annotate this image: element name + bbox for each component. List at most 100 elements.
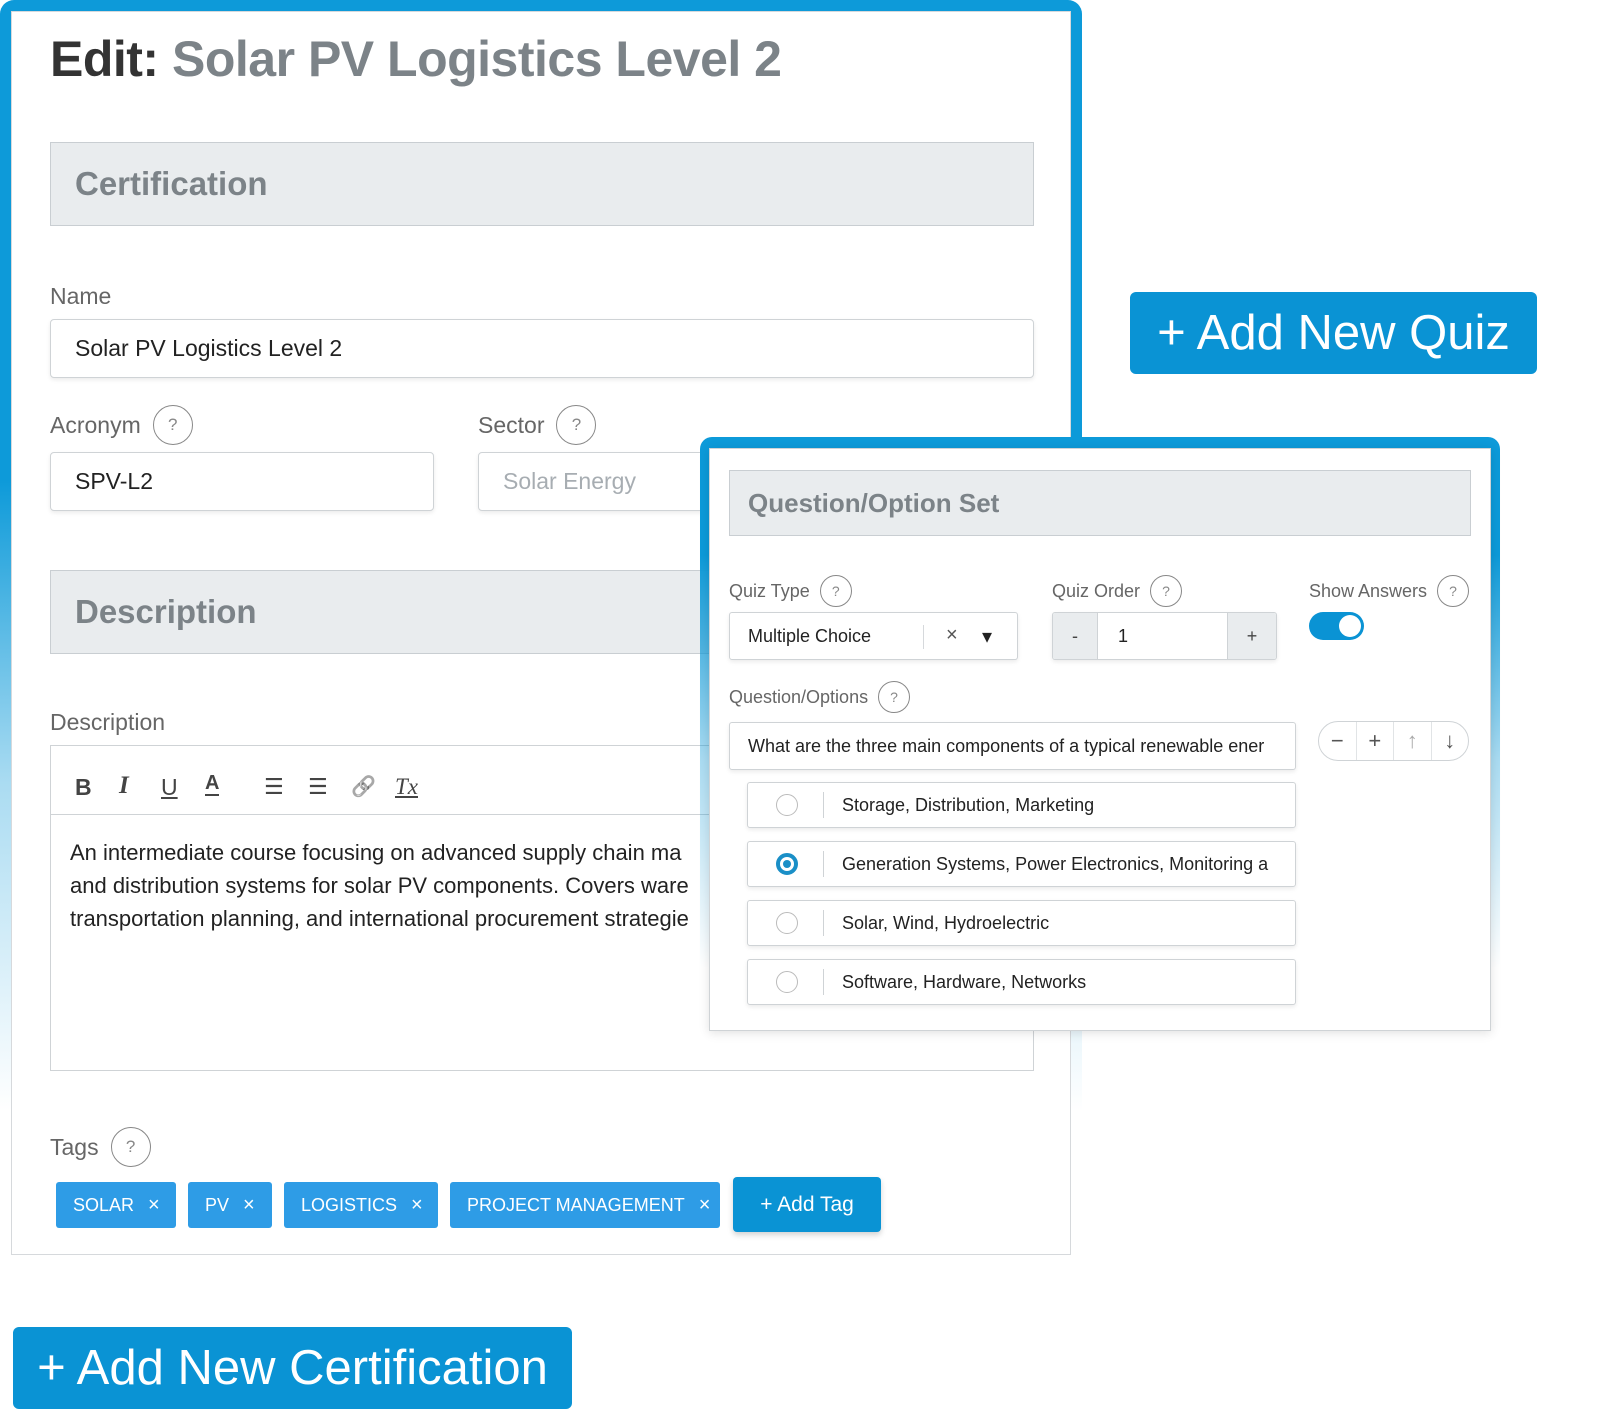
- decrement-button[interactable]: -: [1053, 613, 1098, 659]
- option-radio-selected[interactable]: [776, 853, 798, 875]
- certification-section-header: Certification: [50, 142, 1034, 226]
- tag-remove-icon[interactable]: ×: [148, 1194, 160, 1217]
- option-text: Generation Systems, Power Electronics, M…: [842, 853, 1269, 874]
- description-line: and distribution systems for solar PV co…: [70, 873, 689, 898]
- acronym-input-value: SPV-L2: [75, 468, 153, 494]
- italic-button[interactable]: I: [119, 772, 129, 800]
- option-radio[interactable]: [776, 794, 798, 816]
- quiz-type-label: Quiz Type ?: [729, 574, 852, 608]
- quiz-order-help-icon[interactable]: ?: [1150, 575, 1183, 607]
- description-line: transportation planning, and internation…: [70, 906, 689, 931]
- remove-icon[interactable]: −: [1319, 722, 1356, 760]
- tag-remove-icon[interactable]: ×: [699, 1194, 711, 1217]
- sector-help-icon[interactable]: ?: [556, 405, 597, 445]
- question-input[interactable]: What are the three main components of a …: [729, 722, 1296, 770]
- tag-chip-logistics: LOGISTICS ×: [284, 1182, 438, 1228]
- bullet-list-icon[interactable]: ☰: [308, 774, 328, 800]
- question-options-label-text: Question/Options: [729, 686, 869, 707]
- arrow-up-icon[interactable]: ↑: [1393, 722, 1431, 760]
- add-new-quiz-button[interactable]: + Add New Quiz: [1130, 292, 1537, 374]
- title-certification-name: Solar PV Logistics Level 2: [172, 31, 782, 87]
- answer-option[interactable]: Generation Systems, Power Electronics, M…: [747, 841, 1296, 887]
- tag-label: LOGISTICS: [301, 1194, 398, 1215]
- add-new-certification-label: + Add New Certification: [37, 1341, 548, 1395]
- quiz-order-input[interactable]: 1: [1098, 626, 1227, 647]
- tag-remove-icon[interactable]: ×: [411, 1194, 423, 1217]
- certification-section-title: Certification: [75, 165, 268, 202]
- tag-label: PV: [205, 1194, 230, 1215]
- quiz-order-label-text: Quiz Order: [1052, 580, 1141, 601]
- show-answers-label: Show Answers ?: [1309, 574, 1470, 608]
- add-icon[interactable]: +: [1355, 722, 1394, 760]
- add-new-certification-button[interactable]: + Add New Certification: [13, 1327, 572, 1409]
- title-prefix: Edit:: [50, 31, 159, 87]
- name-label-text: Name: [50, 282, 112, 309]
- clear-format-icon[interactable]: Tx: [395, 774, 418, 800]
- link-icon[interactable]: 🔗: [351, 774, 376, 799]
- option-divider: [823, 910, 824, 936]
- clear-selection-icon[interactable]: ×: [946, 624, 958, 647]
- toggle-knob: [1339, 615, 1361, 637]
- question-option-section-header: Question/Option Set: [729, 470, 1471, 536]
- option-divider: [823, 792, 824, 818]
- option-text: Storage, Distribution, Marketing: [842, 794, 1095, 815]
- add-tag-label: + Add Tag: [760, 1192, 854, 1216]
- page-title: Edit: Solar PV Logistics Level 2: [50, 30, 782, 88]
- acronym-help-icon[interactable]: ?: [152, 405, 193, 445]
- ordered-list-icon[interactable]: ☰: [264, 774, 284, 800]
- acronym-label-text: Acronym: [50, 411, 141, 438]
- description-label-text: Description: [50, 708, 166, 735]
- option-text: Software, Hardware, Networks: [842, 971, 1087, 992]
- arrow-down-icon[interactable]: ↓: [1430, 722, 1469, 760]
- tag-label: SOLAR: [73, 1194, 135, 1215]
- sector-label-text: Sector: [478, 411, 545, 438]
- add-new-quiz-label: + Add New Quiz: [1157, 306, 1510, 360]
- tag-remove-icon[interactable]: ×: [243, 1194, 255, 1217]
- description-section-title: Description: [75, 593, 257, 630]
- sector-label: Sector ?: [478, 404, 597, 446]
- tag-label: PROJECT MANAGEMENT: [467, 1194, 685, 1215]
- chevron-down-icon[interactable]: ▾: [982, 624, 992, 649]
- answer-option[interactable]: Storage, Distribution, Marketing: [747, 782, 1296, 828]
- tags-label: Tags ?: [50, 1126, 151, 1168]
- acronym-input[interactable]: SPV-L2: [50, 452, 434, 511]
- bold-button[interactable]: B: [75, 774, 92, 801]
- answer-option[interactable]: Software, Hardware, Networks: [747, 959, 1296, 1005]
- show-answers-help-icon[interactable]: ?: [1437, 575, 1470, 607]
- quiz-order-label: Quiz Order ?: [1052, 574, 1183, 608]
- question-options-label: Question/Options ?: [729, 680, 911, 714]
- tag-chip-pv: PV ×: [188, 1182, 272, 1228]
- description-label: Description: [50, 704, 165, 740]
- quiz-order-stepper: - 1 +: [1052, 612, 1277, 660]
- question-options-help-icon[interactable]: ?: [878, 681, 911, 713]
- answer-option[interactable]: Solar, Wind, Hydroelectric: [747, 900, 1296, 946]
- font-color-button[interactable]: A: [205, 772, 220, 796]
- quiz-type-help-icon[interactable]: ?: [819, 575, 852, 607]
- increment-button[interactable]: +: [1227, 613, 1276, 659]
- option-divider: [823, 851, 824, 877]
- option-text: Solar, Wind, Hydroelectric: [842, 912, 1050, 933]
- name-input[interactable]: Solar PV Logistics Level 2: [50, 319, 1034, 378]
- add-tag-button[interactable]: + Add Tag: [733, 1177, 881, 1232]
- question-option-section-title: Question/Option Set: [748, 487, 1000, 518]
- underline-button[interactable]: U: [161, 774, 178, 801]
- tag-chip-solar: SOLAR ×: [56, 1182, 176, 1228]
- description-text[interactable]: An intermediate course focusing on advan…: [70, 836, 760, 935]
- question-input-value: What are the three main components of a …: [748, 735, 1265, 756]
- acronym-label: Acronym ?: [50, 404, 193, 446]
- tags-label-text: Tags: [50, 1133, 99, 1160]
- tag-chip-project-management: PROJECT MANAGEMENT ×: [450, 1182, 720, 1228]
- question-controls: − + ↑ ↓: [1318, 721, 1469, 761]
- quiz-type-select[interactable]: Multiple Choice × ▾: [729, 612, 1018, 660]
- name-input-value: Solar PV Logistics Level 2: [75, 335, 343, 361]
- show-answers-label-text: Show Answers: [1309, 580, 1428, 601]
- option-radio[interactable]: [776, 971, 798, 993]
- select-divider: [923, 625, 924, 649]
- tags-help-icon[interactable]: ?: [110, 1127, 151, 1167]
- description-line: An intermediate course focusing on advan…: [70, 840, 682, 865]
- option-radio[interactable]: [776, 912, 798, 934]
- sector-input-placeholder: Solar Energy: [503, 468, 636, 494]
- name-label: Name: [50, 278, 111, 314]
- show-answers-toggle[interactable]: [1309, 612, 1364, 640]
- option-divider: [823, 969, 824, 995]
